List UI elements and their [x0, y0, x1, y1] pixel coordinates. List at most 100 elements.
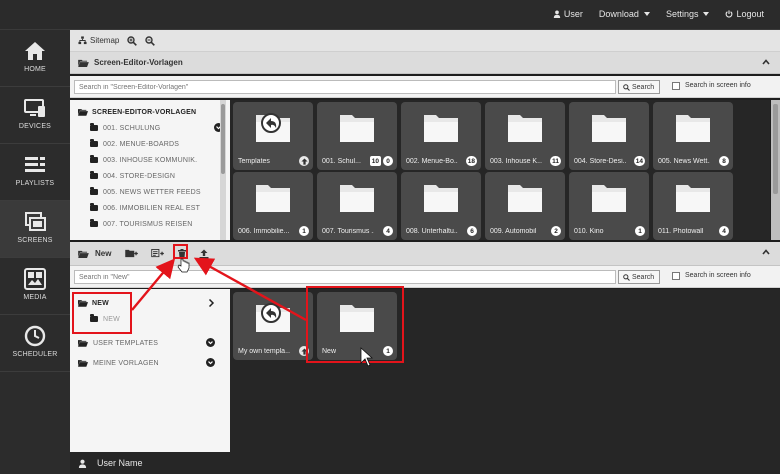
tile-name: 001. Schul...	[322, 158, 361, 165]
bottom-bar: User Name	[70, 452, 780, 474]
user-menu[interactable]: User	[553, 9, 583, 19]
folder-tile[interactable]: 003. Inhouse K... 11	[485, 102, 565, 170]
tree-item[interactable]: 002. MENUE-BOARDS	[78, 136, 230, 152]
sidebar-item-scheduler[interactable]: SCHEDULER	[0, 315, 70, 372]
folder-icon	[676, 115, 710, 142]
folder-tile[interactable]: 004. Store-Desi... 14	[569, 102, 649, 170]
logout-button[interactable]: Logout	[725, 9, 764, 19]
tree-item[interactable]: 001. SCHULUNG	[78, 120, 230, 136]
folder-icon	[592, 115, 626, 142]
folder-icon	[340, 305, 374, 332]
sitemap-button[interactable]: Sitemap	[78, 36, 119, 45]
arrow-up-icon[interactable]	[299, 346, 309, 356]
folder-tile[interactable]: 010. Kino 1	[569, 172, 649, 240]
upload-icon[interactable]	[199, 249, 209, 259]
lower-search-input[interactable]	[74, 270, 616, 284]
upper-search-row: Search Search in screen info	[70, 76, 780, 98]
zoom-in-icon[interactable]	[127, 35, 138, 46]
new-folder-icon[interactable]	[125, 249, 139, 258]
tree-item-new[interactable]: NEW	[78, 311, 230, 327]
tile-badges: 18	[465, 156, 477, 166]
lower-search-button[interactable]: Search	[618, 270, 660, 284]
folder-tile[interactable]: 006. Immobilie... 1	[233, 172, 313, 240]
tile-name: New	[322, 348, 337, 355]
folder-tile[interactable]: 002. Menue-Bo... 18	[401, 102, 481, 170]
folder-tile[interactable]: 011. Photowall 4	[653, 172, 733, 240]
scroll-thumb[interactable]	[773, 104, 778, 194]
tree-item-meine-vorlagen[interactable]: MEINE VORLAGEN	[78, 355, 230, 371]
new-screen-icon[interactable]	[151, 249, 165, 258]
folder-open-icon	[78, 360, 88, 367]
tree-root[interactable]: SCREEN-EDITOR-VORLAGEN	[78, 104, 230, 120]
tile-name: 003. Inhouse K...	[490, 158, 542, 165]
count-badge: 8	[719, 156, 729, 166]
scroll-thumb[interactable]	[221, 104, 225, 174]
folder-tile[interactable]: New 1	[317, 292, 397, 360]
chevron-down-circle-icon[interactable]	[206, 358, 215, 367]
folder-tile[interactable]: 005. News Wett... 8	[653, 102, 733, 170]
media-icon	[24, 268, 46, 290]
tree-item-label: 004. STORE-DESIGN	[103, 172, 176, 180]
upper-tile-grid: Templates 001. Schul... 10 0 002. Menue-Bo..…	[230, 100, 770, 240]
tree-root-label: SCREEN-EDITOR-VORLAGEN	[92, 108, 197, 116]
chevron-up-icon[interactable]	[762, 248, 770, 256]
clock-icon	[24, 325, 46, 347]
folder-icon	[90, 139, 98, 147]
folder-icon	[508, 115, 542, 142]
sidebar-item-home[interactable]: HOME	[0, 30, 70, 87]
tree-item-label: NEW	[103, 315, 120, 323]
back-tile[interactable]: My own templa...	[233, 292, 313, 360]
lower-screen-info-checkbox[interactable]	[672, 272, 680, 280]
upper-panel-header: Screen-Editor-Vorlagen	[70, 52, 780, 74]
folder-tile[interactable]: 001. Schul... 10 0	[317, 102, 397, 170]
folder-icon	[90, 155, 98, 163]
upper-screen-info-checkbox[interactable]	[672, 82, 680, 90]
count-badge: 1	[383, 346, 393, 356]
tile-name: 009. Automobil	[490, 228, 537, 235]
tile-name: Templates	[238, 158, 270, 165]
upper-search-button[interactable]: Search	[618, 80, 660, 94]
settings-menu[interactable]: Settings	[666, 9, 710, 19]
back-tile[interactable]: Templates	[233, 102, 313, 170]
upper-tree-scrollbar[interactable]	[220, 100, 226, 240]
tree-item[interactable]: 006. IMMOBILIEN REAL EST	[78, 200, 230, 216]
tile-badges: 4	[719, 226, 729, 236]
sidebar-item-playlists[interactable]: PLAYLISTS	[0, 144, 70, 201]
trash-icon[interactable]	[177, 248, 187, 259]
folder-tile[interactable]: 009. Automobil 2	[485, 172, 565, 240]
tree-item[interactable]: 003. INHOUSE KOMMUNIK.	[78, 152, 230, 168]
upper-grid-scrollbar[interactable]	[771, 100, 780, 240]
folder-open-icon	[78, 250, 89, 258]
zoom-out-icon[interactable]	[145, 35, 156, 46]
download-menu[interactable]: Download	[599, 9, 650, 19]
lower-panel-title: New	[95, 249, 112, 258]
tile-name: 004. Store-Desi...	[574, 158, 626, 165]
folder-tile[interactable]: 008. Unterhaltu... 6	[401, 172, 481, 240]
chevron-down-circle-icon[interactable]	[206, 338, 215, 347]
tree-item[interactable]: 005. NEWS WETTER FEEDS	[78, 184, 230, 200]
logout-label: Logout	[736, 9, 764, 19]
user-icon	[78, 459, 87, 468]
tree-item[interactable]: 007. TOURISMUS REISEN	[78, 216, 230, 232]
chevron-right-icon[interactable]	[208, 299, 215, 307]
folder-tile[interactable]: 007. Tourismus ... 4	[317, 172, 397, 240]
tile-name: 011. Photowall	[658, 228, 704, 235]
main-area: Sitemap Screen-Editor-Vorlagen Search Se…	[70, 30, 780, 474]
folder-icon	[90, 219, 98, 227]
count-badge: 18	[465, 156, 477, 166]
upper-search-input[interactable]	[74, 80, 616, 94]
search-icon	[623, 273, 630, 281]
tree-item[interactable]: 004. STORE-DESIGN	[78, 168, 230, 184]
tree-root[interactable]: NEW	[78, 295, 230, 311]
sidebar-item-devices[interactable]: DEVICES	[0, 87, 70, 144]
top-nav: User Download Settings Logout	[553, 9, 764, 19]
chevron-up-icon[interactable]	[762, 58, 770, 66]
sidebar-item-media[interactable]: MEDIA	[0, 258, 70, 315]
folder-icon	[90, 314, 98, 322]
tile-name: 005. News Wett...	[658, 158, 710, 165]
tree-item-user-templates[interactable]: USER TEMPLATES	[78, 335, 230, 351]
sidebar-item-screens[interactable]: SCREENS	[0, 201, 70, 258]
sidebar-item-label: HOME	[24, 66, 46, 73]
toolbar: Sitemap	[70, 30, 780, 52]
arrow-up-icon[interactable]	[299, 156, 309, 166]
